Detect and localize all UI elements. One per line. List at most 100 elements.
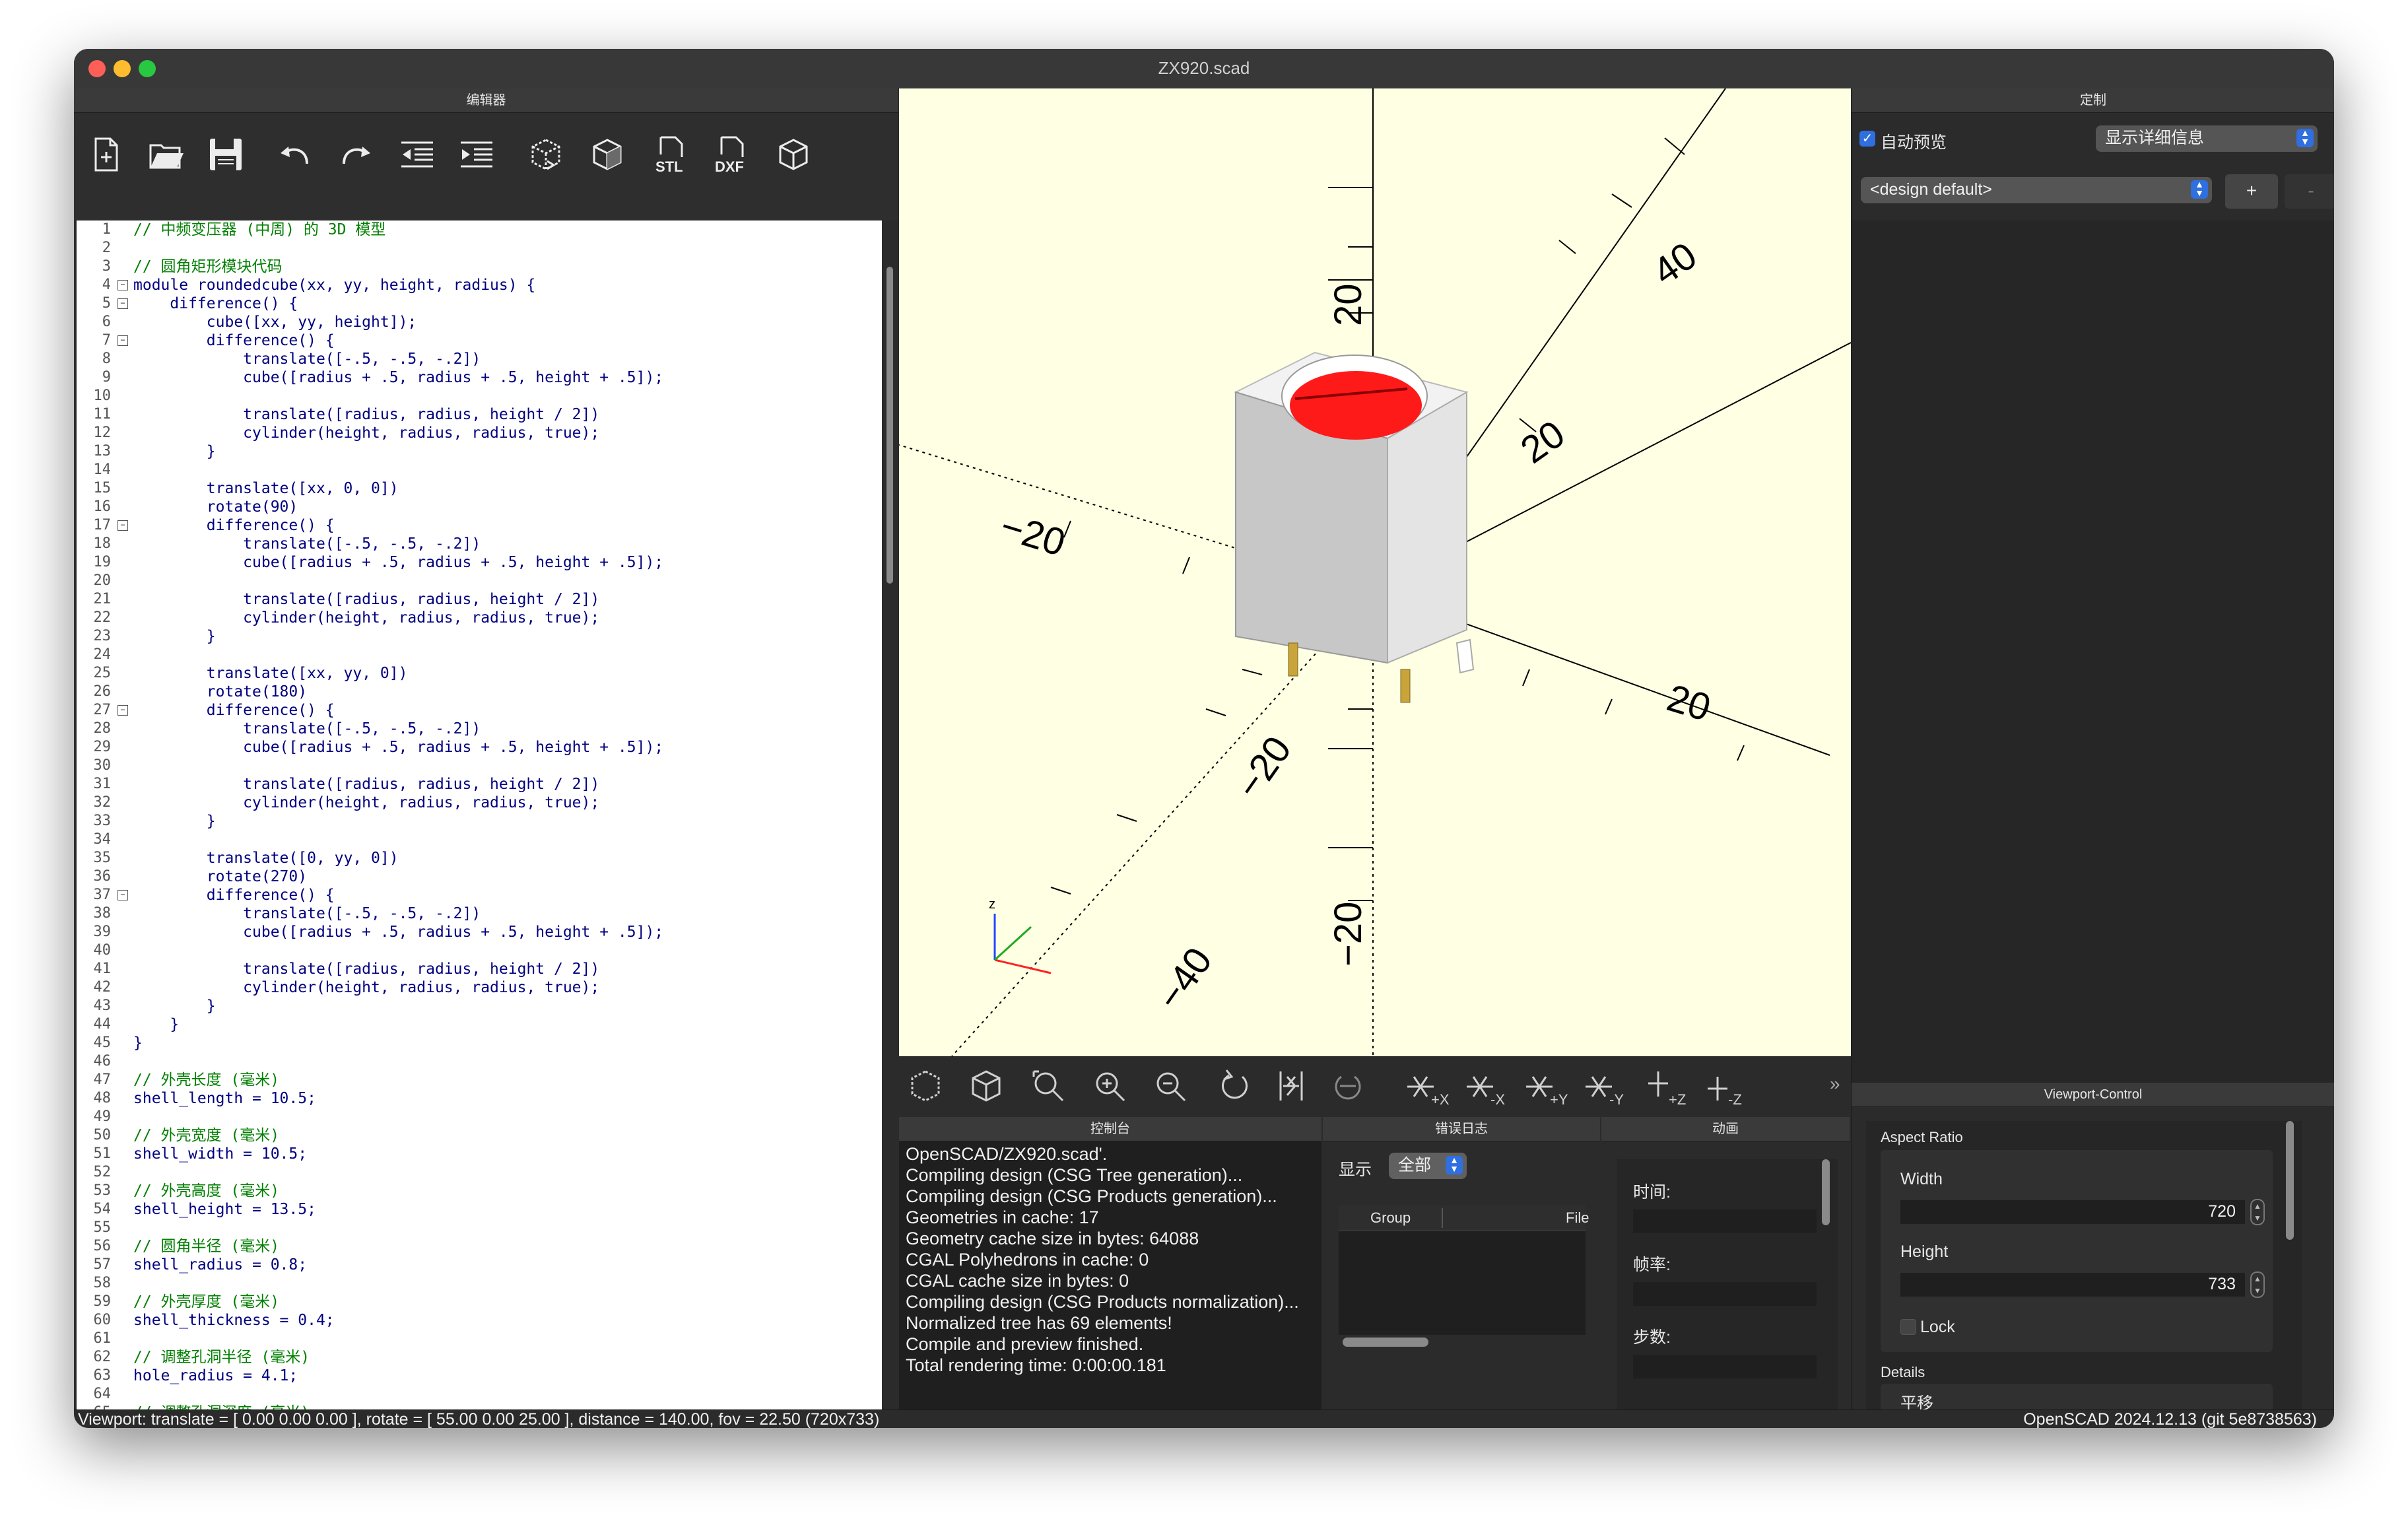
- open-file-icon[interactable]: [143, 131, 189, 178]
- line-number: 14: [93, 461, 112, 478]
- export-stl-icon[interactable]: STL: [648, 131, 694, 178]
- view-all-icon[interactable]: [911, 1070, 940, 1102]
- animation-fps-label: 帧率:: [1633, 1256, 1671, 1274]
- view-top-icon[interactable]: [972, 1070, 1001, 1102]
- console-output[interactable]: OpenSCAD/ZX920.scad'. Compiling design (C…: [899, 1141, 1321, 1409]
- code-line: 52: [77, 1163, 882, 1182]
- animation-time-input[interactable]: [1633, 1209, 1817, 1233]
- perspective-icon[interactable]: [1279, 1071, 1303, 1101]
- line-number: 27: [93, 702, 112, 718]
- render-icon[interactable]: [584, 131, 630, 178]
- code-text: translate([-.5, -.5, -.2]): [133, 535, 481, 553]
- code-text: translate([-.5, -.5, -.2]): [133, 720, 481, 737]
- fold-toggle-icon[interactable]: −: [117, 520, 128, 531]
- view-top-z-icon[interactable]: [1648, 1071, 1668, 1097]
- error-log-hscroll-thumb[interactable]: [1343, 1338, 1428, 1347]
- status-bar: Viewport: translate = [ 0.00 0.00 0.00 ]…: [74, 1409, 2334, 1428]
- code-text: translate([-.5, -.5, -.2]): [133, 905, 481, 922]
- code-text: }: [133, 1016, 180, 1033]
- 3d-viewport[interactable]: 20 40 20 −20 20 −20 −20 −40 z: [899, 88, 1851, 1056]
- code-text: cube([xx, yy, height]);: [133, 314, 417, 331]
- line-number: 21: [93, 591, 112, 607]
- unindent-icon[interactable]: [394, 131, 440, 178]
- view-left-label: -X: [1490, 1091, 1505, 1108]
- console-header: 控制台: [899, 1117, 1321, 1141]
- preset-select[interactable]: <design default> ▲ ▼: [1861, 177, 2212, 203]
- console-line: Compiling design (CSG Products normaliza…: [906, 1292, 1299, 1312]
- error-log-filter-select[interactable]: 全部 ▲ ▼: [1389, 1153, 1467, 1179]
- add-preset-button[interactable]: +: [2225, 174, 2278, 209]
- code-line: 39 cube([radius + .5, radius + .5, heigh…: [77, 923, 882, 941]
- customizer-parameters-area: [1852, 220, 2334, 1083]
- editor-scrollbar[interactable]: [885, 220, 895, 1428]
- redo-icon[interactable]: [333, 131, 379, 178]
- view-left-icon[interactable]: [1467, 1076, 1493, 1097]
- code-line: 35 translate([0, yy, 0]): [77, 849, 882, 867]
- status-left: Viewport: translate = [ 0.00 0.00 0.00 ]…: [78, 1410, 880, 1428]
- undo-icon[interactable]: [272, 131, 318, 178]
- view-right-icon[interactable]: [1407, 1076, 1434, 1097]
- line-number: 12: [93, 424, 112, 441]
- animation-fps-input[interactable]: [1633, 1282, 1817, 1306]
- column-group[interactable]: Group: [1370, 1209, 1411, 1227]
- animation-steps-input[interactable]: [1633, 1355, 1817, 1378]
- editor-panel: 编辑器 STL DXF 1 // 中频变压器 (中周) 的 3D 模型 2 3 …: [74, 88, 898, 1428]
- editor-scroll-thumb[interactable]: [886, 267, 893, 584]
- code-text: // 圆角半径 (毫米): [133, 1238, 280, 1255]
- error-log-table[interactable]: Group File: [1339, 1205, 1589, 1335]
- toolbar-overflow-icon[interactable]: »: [1830, 1073, 1840, 1094]
- axis-label-y-neg20: −20: [1227, 729, 1300, 807]
- save-icon[interactable]: [203, 131, 249, 178]
- line-number: 24: [93, 646, 112, 663]
- code-line: 8 translate([-.5, -.5, -.2]): [77, 350, 882, 368]
- column-file[interactable]: File: [1566, 1209, 1589, 1227]
- code-line: 61: [77, 1330, 882, 1348]
- viewport-control-scroll-thumb[interactable]: [2286, 1121, 2294, 1240]
- code-line: 3 // 圆角矩形模块代码: [77, 257, 882, 276]
- view-right-label: +X: [1431, 1091, 1450, 1108]
- lock-checkbox[interactable]: [1900, 1319, 1916, 1335]
- export-dxf-icon[interactable]: DXF: [709, 131, 755, 178]
- code-line: 43 }: [77, 997, 882, 1015]
- fold-toggle-icon[interactable]: −: [117, 705, 128, 716]
- height-label: Height: [1900, 1242, 1949, 1261]
- height-stepper[interactable]: ▲ ▼: [2250, 1271, 2265, 1298]
- height-input[interactable]: 733: [1900, 1273, 2245, 1297]
- auto-preview-checkbox[interactable]: ✓: [1859, 131, 1875, 147]
- new-file-icon[interactable]: [83, 131, 129, 178]
- zoom-in-icon[interactable]: [1096, 1072, 1125, 1102]
- indent-icon[interactable]: [453, 131, 500, 178]
- zoom-all-icon[interactable]: [1032, 1070, 1064, 1102]
- fold-toggle-icon[interactable]: −: [117, 298, 128, 309]
- width-stepper[interactable]: ▲ ▼: [2250, 1199, 2265, 1225]
- zoom-out-icon[interactable]: [1156, 1072, 1186, 1102]
- line-number: 3: [102, 258, 111, 275]
- code-text: cube([radius + .5, radius + .5, height +…: [133, 924, 664, 941]
- transformer-model: [1234, 351, 1475, 703]
- line-number: 10: [93, 388, 112, 404]
- view-back-icon[interactable]: [1526, 1076, 1553, 1097]
- view-front-icon[interactable]: [1586, 1076, 1612, 1097]
- view-bottom-z-icon[interactable]: [1708, 1077, 1727, 1101]
- send-to-printer-icon[interactable]: [770, 131, 817, 178]
- fold-toggle-icon[interactable]: −: [117, 280, 128, 290]
- fold-toggle-icon[interactable]: −: [117, 335, 128, 346]
- line-number: 64: [93, 1386, 112, 1402]
- width-input[interactable]: 720: [1900, 1200, 2245, 1224]
- animation-scroll-thumb[interactable]: [1822, 1159, 1830, 1225]
- line-number: 9: [102, 369, 111, 386]
- line-number: 34: [93, 831, 112, 848]
- code-line: 22 cylinder(height, radius, radius, true…: [77, 609, 882, 627]
- code-editor[interactable]: 1// 中频变压器 (中周) 的 3D 模型 2 3// 圆角矩形模块代码 4− mod…: [77, 220, 882, 1428]
- axis-label-x-20: 20: [1662, 676, 1716, 729]
- line-number: 63: [93, 1367, 112, 1384]
- code-line: 46: [77, 1052, 882, 1071]
- code-line: 48 shell_length = 10.5;: [77, 1089, 882, 1108]
- orthogonal-icon[interactable]: [1335, 1075, 1361, 1100]
- detail-select[interactable]: 显示详细信息 ▲ ▼: [2096, 125, 2318, 152]
- reset-view-icon[interactable]: [1222, 1069, 1248, 1099]
- fold-toggle-icon[interactable]: −: [117, 890, 128, 900]
- line-number: 1: [102, 221, 111, 238]
- preview-icon[interactable]: [523, 131, 569, 178]
- remove-preset-button[interactable]: -: [2285, 174, 2334, 209]
